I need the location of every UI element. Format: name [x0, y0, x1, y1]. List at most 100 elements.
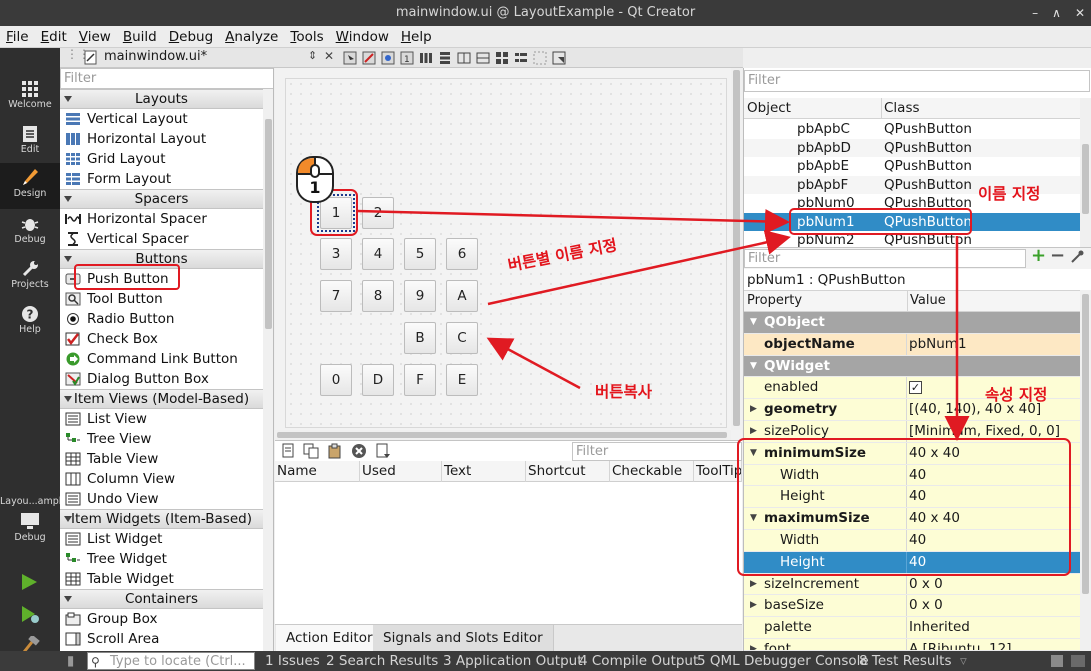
object-filter-input[interactable]: Filter [744, 70, 1090, 92]
output-pane-dropdown-icon[interactable]: ▿ [960, 651, 967, 671]
widget-table-widget[interactable]: Table Widget [60, 569, 263, 589]
widget-vertical-layout[interactable]: Vertical Layout [60, 109, 263, 129]
layout-splitter-v-icon[interactable] [476, 51, 490, 65]
layout-grid-icon[interactable] [495, 51, 509, 65]
property-scrollbar[interactable] [1080, 290, 1091, 651]
widget-vertical-spacer[interactable]: Vertical Spacer [60, 229, 263, 249]
form-button-b[interactable]: B [404, 322, 436, 354]
property-value[interactable]: 0 x 0 [909, 574, 943, 595]
new-action-icon[interactable] [281, 443, 295, 459]
mode-welcome[interactable]: Welcome [0, 76, 60, 120]
object-row[interactable]: pbApbC QPushButton [744, 120, 1080, 139]
widget-scroll-area[interactable]: Scroll Area [60, 629, 263, 649]
category-item-views[interactable]: Item Views (Model-Based) [60, 389, 263, 409]
category-containers[interactable]: Containers [60, 589, 263, 609]
object-inspector-scrollbar[interactable] [1080, 98, 1091, 247]
output-tab-issues[interactable]: 1 Issues [265, 651, 320, 671]
edit-widgets-icon[interactable] [343, 51, 357, 65]
widget-tree-widget[interactable]: Tree Widget [60, 549, 263, 569]
category-layouts[interactable]: Layouts [60, 89, 263, 109]
menu-file[interactable]: File [6, 29, 29, 45]
menu-debug[interactable]: Debug [169, 29, 213, 45]
form-button-3[interactable]: 3 [320, 238, 352, 270]
output-tab-application-output[interactable]: 3 Application Output [443, 651, 583, 671]
scrollbar-thumb[interactable] [1082, 294, 1089, 594]
col-property[interactable]: Property [747, 293, 802, 308]
menu-analyze[interactable]: Analyze [225, 29, 278, 45]
widget-undo-view[interactable]: Undo View [60, 489, 263, 509]
col-text[interactable]: Text [442, 461, 526, 482]
mode-design[interactable]: Design [0, 163, 60, 209]
tab-action-editor[interactable]: Action Editor [276, 625, 384, 652]
delete-action-icon[interactable] [351, 443, 367, 459]
property-objectname[interactable]: objectName pbNum1 [744, 333, 1080, 356]
close-document-icon[interactable]: ✕ [324, 49, 334, 63]
menu-window[interactable]: Window [336, 29, 389, 45]
form-button-6[interactable]: 6 [446, 238, 478, 270]
maximize-icon[interactable]: ∧ [1052, 0, 1061, 26]
property-font[interactable]: ▶ font A [Ribuntu, 12] [744, 639, 1080, 651]
progress-toggle-icon[interactable] [1051, 655, 1063, 667]
widget-list-widget[interactable]: List Widget [60, 529, 263, 549]
output-tab-search-results[interactable]: 2 Search Results [326, 651, 438, 671]
toggle-sidebar-icon[interactable]: ▮ [67, 651, 74, 671]
edit-tab-order-icon[interactable]: 1 [400, 51, 414, 65]
action-filter-input[interactable]: Filter [572, 442, 742, 461]
property-value[interactable]: pbNum1 [909, 334, 967, 355]
configure-property-icon[interactable] [1070, 250, 1084, 268]
document-name[interactable]: mainwindow.ui* [104, 49, 207, 64]
mode-projects[interactable]: Projects [0, 256, 60, 300]
form-button-5[interactable]: 5 [404, 238, 436, 270]
kit-selector[interactable]: Layou...ample Debug [0, 494, 67, 552]
paste-action-icon[interactable] [327, 443, 343, 459]
object-row[interactable]: pbApbE QPushButton [744, 157, 1080, 176]
form-button-9[interactable]: 9 [404, 280, 436, 312]
col-object[interactable]: Object [747, 100, 791, 116]
widget-box-scrollbar[interactable] [263, 89, 273, 651]
property-value[interactable]: Inherited [909, 617, 970, 638]
property-basesize[interactable]: ▶ baseSize 0 x 0 [744, 595, 1080, 618]
widget-radio-button[interactable]: Radio Button [60, 309, 263, 329]
widget-column-view[interactable]: Column View [60, 469, 263, 489]
col-shortcut[interactable]: Shortcut [526, 461, 610, 482]
edit-buddies-icon[interactable] [381, 51, 395, 65]
property-filter-input[interactable]: Filter [744, 249, 1026, 268]
widget-group-box[interactable]: Group Box [60, 609, 263, 629]
property-group-qwidget[interactable]: ▼ QWidget [744, 355, 1080, 378]
widget-tree-view[interactable]: Tree View [60, 429, 263, 449]
widget-command-link-button[interactable]: Command Link Button [60, 349, 263, 369]
form-button-2[interactable]: 2 [362, 197, 394, 229]
widget-dialog-button-box[interactable]: Dialog Button Box [60, 369, 263, 389]
widget-table-view[interactable]: Table View [60, 449, 263, 469]
col-used[interactable]: Used [360, 461, 442, 482]
widget-filter-input[interactable]: Filter [60, 68, 273, 89]
canvas-vscrollbar[interactable] [731, 68, 742, 430]
scrollbar-thumb[interactable] [733, 70, 740, 426]
form-button-7[interactable]: 7 [320, 280, 352, 312]
col-checkable[interactable]: Checkable [610, 461, 694, 482]
form-button-e[interactable]: E [446, 364, 478, 396]
layout-vertical-icon[interactable] [438, 51, 452, 65]
output-tab-compile-output[interactable]: 4 Compile Output [579, 651, 698, 671]
property-value[interactable]: 0 x 0 [909, 595, 943, 616]
widget-list-view[interactable]: List View [60, 409, 263, 429]
col-tooltip[interactable]: ToolTip [694, 461, 742, 482]
break-layout-icon[interactable] [533, 51, 547, 65]
locator-input[interactable]: ⚲ Type to locate (Ctrl... [87, 652, 255, 670]
canvas-hscrollbar[interactable] [275, 430, 731, 440]
add-dynamic-property-icon[interactable]: + [1031, 245, 1046, 266]
form-button-4[interactable]: 4 [362, 238, 394, 270]
collapse-arrow-icon[interactable]: ▼ [750, 356, 757, 377]
output-tab-test-results[interactable]: 8 Test Results [859, 651, 952, 671]
menu-help[interactable]: Help [401, 29, 432, 45]
collapse-arrow-icon[interactable]: ▼ [750, 312, 757, 333]
form-button-d[interactable]: D [362, 364, 394, 396]
form-button-a[interactable]: A [446, 280, 478, 312]
debug-run-icon[interactable] [20, 604, 40, 628]
document-dropdown-icon[interactable]: ⇕ [308, 49, 317, 62]
widget-check-box[interactable]: Check Box [60, 329, 263, 349]
widget-form-layout[interactable]: Form Layout [60, 169, 263, 189]
adjust-size-icon[interactable] [552, 51, 566, 65]
menu-view[interactable]: View [79, 29, 111, 45]
minimize-icon[interactable]: – [1032, 0, 1038, 26]
